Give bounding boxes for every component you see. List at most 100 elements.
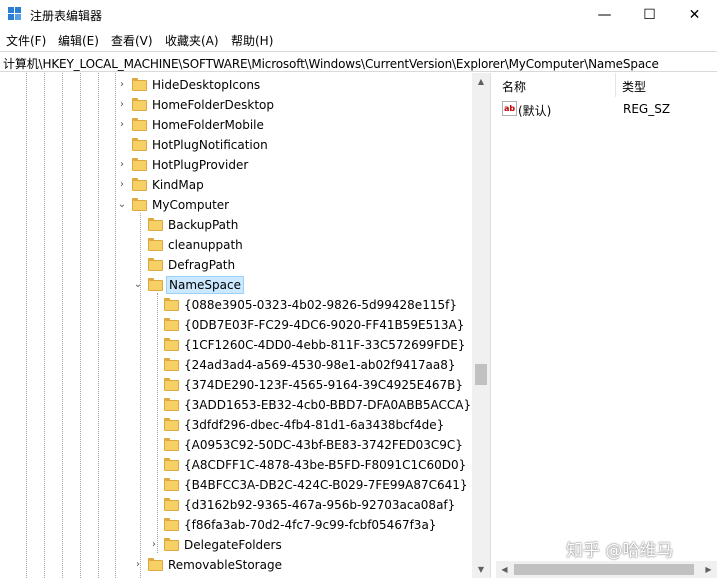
column-header-type[interactable]: 类型	[616, 73, 717, 97]
minimize-button[interactable]: —	[582, 0, 627, 30]
tree-node[interactable]: {1CF1260C-4DD0-4ebb-811F-33C572699FDE}	[0, 335, 472, 355]
tree-vertical-scrollbar[interactable]: ▲ ▼	[472, 73, 490, 578]
address-bar[interactable]: 计算机\HKEY_LOCAL_MACHINE\SOFTWARE\Microsof…	[0, 51, 717, 72]
close-icon: ✕	[688, 7, 701, 23]
tree-node-label[interactable]: HideDesktopIcons	[150, 77, 262, 93]
expand-icon[interactable]: ›	[132, 558, 144, 572]
tree-node[interactable]: {d3162b92-9365-467a-956b-92703aca08af}	[0, 495, 472, 515]
folder-icon	[164, 538, 179, 551]
tree-node-label[interactable]: {374DE290-123F-4565-9164-39C4925E467B}	[182, 377, 465, 393]
scroll-up-icon[interactable]: ▲	[472, 73, 490, 90]
folder-icon	[148, 558, 163, 571]
address-path[interactable]: 计算机\HKEY_LOCAL_MACHINE\SOFTWARE\Microsof…	[3, 55, 659, 72]
scroll-right-icon[interactable]: ▶	[700, 561, 717, 578]
tree-node[interactable]: {0DB7E03F-FC29-4DC6-9020-FF41B59E513A}	[0, 315, 472, 335]
tree-node[interactable]: › DelegateFolders	[0, 535, 472, 555]
tree-node-label[interactable]: HotPlugProvider	[150, 157, 250, 173]
folder-icon	[164, 338, 179, 351]
menu-file[interactable]: 文件(F)	[6, 32, 46, 49]
tree-node-label[interactable]: {24ad3ad4-a569-4530-98e1-ab02f9417aa8}	[182, 357, 458, 373]
column-header-name[interactable]: 名称	[496, 73, 616, 97]
tree-node-label[interactable]: NameSpace	[166, 276, 244, 294]
tree-node-label[interactable]: RemovableStorage	[166, 557, 284, 573]
scroll-down-icon[interactable]: ▼	[472, 561, 490, 578]
tree-node[interactable]: {A0953C92-50DC-43bf-BE83-3742FED03C9C}	[0, 435, 472, 455]
tree-node-label[interactable]: {f86fa3ab-70d2-4fc7-9c99-fcbf05467f3a}	[182, 517, 438, 533]
tree-node[interactable]: ⌄ NameSpace	[0, 275, 472, 295]
expand-icon[interactable]: ›	[116, 78, 128, 92]
tree-node-label[interactable]: BackupPath	[166, 217, 240, 233]
tree-node-label[interactable]: cleanuppath	[166, 237, 245, 253]
tree-node[interactable]: {3ADD1653-EB32-4cb0-BBD7-DFA0ABB5ACCA}	[0, 395, 472, 415]
tree-node-label[interactable]: MyComputer	[150, 197, 231, 213]
tree-node[interactable]: › HotPlugProvider	[0, 155, 472, 175]
tree-node[interactable]: ⌄ MyComputer	[0, 195, 472, 215]
tree-node-label[interactable]: KindMap	[150, 177, 206, 193]
tree-node[interactable]: BackupPath	[0, 215, 472, 235]
tree-node[interactable]: › HideDesktopIcons	[0, 75, 472, 95]
tree-node[interactable]: › RemovableStorage	[0, 555, 472, 575]
menu-view[interactable]: 查看(V)	[111, 32, 153, 49]
tree-node-label[interactable]: {0DB7E03F-FC29-4DC6-9020-FF41B59E513A}	[182, 317, 466, 333]
tree-node[interactable]: {A8CDFF1C-4878-43be-B5FD-F8091C1C60D0}	[0, 455, 472, 475]
tree-node[interactable]: {f86fa3ab-70d2-4fc7-9c99-fcbf05467f3a}	[0, 515, 472, 535]
tree-node-label[interactable]: DefragPath	[166, 257, 237, 273]
tree-node-label[interactable]: {d3162b92-9365-467a-956b-92703aca08af}	[182, 497, 457, 513]
tree-node-label[interactable]: {088e3905-0323-4b02-9826-5d99428e115f}	[182, 297, 459, 313]
tree-node-label[interactable]: {B4BFCC3A-DB2C-424C-B029-7FE99A87C641}	[182, 477, 470, 493]
scroll-thumb[interactable]	[475, 364, 487, 385]
folder-icon	[132, 98, 147, 111]
folder-icon	[132, 178, 147, 191]
expand-icon[interactable]: ›	[116, 178, 128, 192]
menu-favorites[interactable]: 收藏夹(A)	[165, 32, 219, 49]
tree-node-label[interactable]: {3ADD1653-EB32-4cb0-BBD7-DFA0ABB5ACCA}	[182, 397, 473, 413]
list-horizontal-scrollbar[interactable]: ◀ ▶	[496, 561, 717, 578]
expand-icon[interactable]: ›	[116, 98, 128, 112]
maximize-icon: ☐	[643, 7, 656, 23]
tree-node[interactable]: {B4BFCC3A-DB2C-424C-B029-7FE99A87C641}	[0, 475, 472, 495]
folder-icon	[148, 238, 163, 251]
window-title: 注册表编辑器	[30, 9, 103, 23]
tree-node[interactable]: › HomeFolderDesktop	[0, 95, 472, 115]
tree-node-label[interactable]: {3dfdf296-dbec-4fb4-81d1-6a3438bcf4de}	[182, 417, 446, 433]
close-button[interactable]: ✕	[672, 0, 717, 30]
tree-node[interactable]: cleanuppath	[0, 235, 472, 255]
tree-node[interactable]: {374DE290-123F-4565-9164-39C4925E467B}	[0, 375, 472, 395]
scroll-thumb[interactable]	[514, 564, 694, 575]
folder-icon	[132, 118, 147, 131]
tree-node-label[interactable]: DelegateFolders	[182, 537, 284, 553]
folder-icon	[164, 478, 179, 491]
collapse-icon[interactable]: ⌄	[116, 198, 128, 212]
tree-node[interactable]: HotPlugNotification	[0, 135, 472, 155]
collapse-icon[interactable]: ⌄	[132, 278, 144, 292]
tree-node[interactable]: {24ad3ad4-a569-4530-98e1-ab02f9417aa8}	[0, 355, 472, 375]
value-list[interactable]: 名称 类型 ab (默认) REG_SZ	[496, 73, 717, 578]
tree-node[interactable]: DefragPath	[0, 255, 472, 275]
tree-node[interactable]: › KindMap	[0, 175, 472, 195]
string-value-icon: ab	[502, 101, 517, 116]
menu-help[interactable]: 帮助(H)	[231, 32, 273, 49]
maximize-button[interactable]: ☐	[627, 0, 672, 30]
tree-node-label[interactable]: HomeFolderMobile	[150, 117, 266, 133]
tree-node-label[interactable]: HotPlugNotification	[150, 137, 270, 153]
tree-node-label[interactable]: HomeFolderDesktop	[150, 97, 276, 113]
tree-node-label[interactable]: {A0953C92-50DC-43bf-BE83-3742FED03C9C}	[182, 437, 465, 453]
expand-icon[interactable]: ›	[116, 118, 128, 132]
tree-node-label[interactable]: {A8CDFF1C-4878-43be-B5FD-F8091C1C60D0}	[182, 457, 468, 473]
tree-node[interactable]: › HomeFolderMobile	[0, 115, 472, 135]
expand-icon[interactable]: ›	[116, 158, 128, 172]
menu-edit[interactable]: 编辑(E)	[58, 32, 99, 49]
tree-node[interactable]: {088e3905-0323-4b02-9826-5d99428e115f}	[0, 295, 472, 315]
expand-icon[interactable]: ›	[148, 538, 160, 552]
tree-node-label[interactable]: {1CF1260C-4DD0-4ebb-811F-33C572699FDE}	[182, 337, 467, 353]
scroll-left-icon[interactable]: ◀	[496, 561, 513, 578]
value-row[interactable]: ab (默认) REG_SZ	[496, 99, 717, 119]
key-tree[interactable]: › HideDesktopIcons › HomeFolderDesktop › Home…	[0, 73, 490, 578]
tree-node[interactable]: {3dfdf296-dbec-4fb4-81d1-6a3438bcf4de}	[0, 415, 472, 435]
folder-icon	[132, 138, 147, 151]
